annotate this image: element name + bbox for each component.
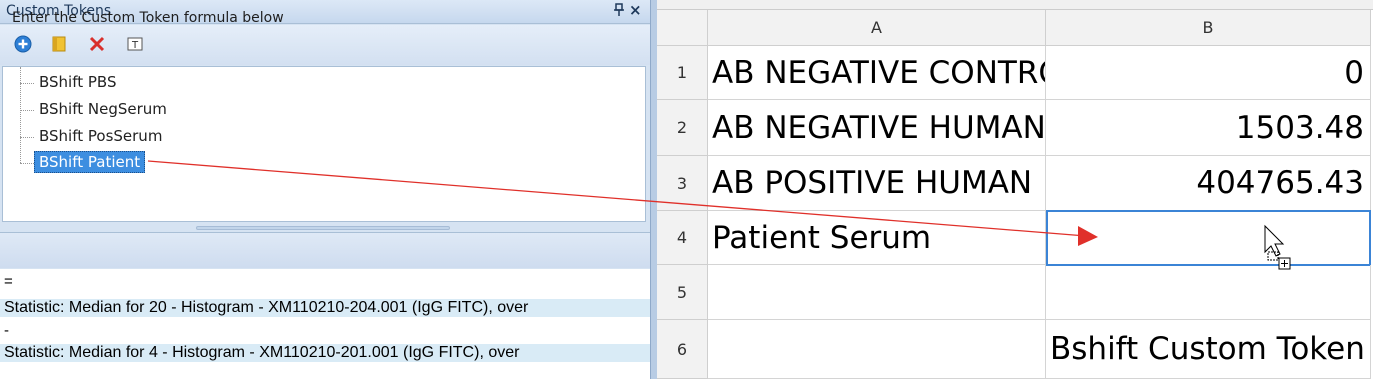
cell-a3[interactable]: AB POSITIVE HUMAN <box>708 156 1046 211</box>
cell-b2[interactable]: 1503.48 <box>1046 100 1371 156</box>
tree-item[interactable]: BShift PosSerum <box>35 126 166 146</box>
folder-icon[interactable] <box>48 33 70 55</box>
cell-b6[interactable]: Bshift Custom Token <box>1046 320 1371 379</box>
close-icon[interactable]: × <box>629 1 642 19</box>
formula-header-label: Enter the Custom Token formula below <box>12 10 284 26</box>
cell-a2[interactable]: AB NEGATIVE HUMAN <box>708 100 1046 156</box>
cell-b5[interactable] <box>1046 265 1371 320</box>
formula-editor[interactable]: = Statistic: Median for 20 - Histogram -… <box>0 269 650 379</box>
cell-a4[interactable]: Patient Serum <box>708 211 1046 265</box>
formula-line: Statistic: Median for 4 - Histogram - XM… <box>0 344 650 362</box>
pane-divider[interactable] <box>650 0 657 379</box>
delete-icon[interactable] <box>86 33 108 55</box>
tree-item[interactable]: BShift NegSerum <box>35 99 171 119</box>
splitter-grip[interactable] <box>196 226 450 230</box>
formula-line: Statistic: Median for 20 - Histogram - X… <box>0 299 650 317</box>
cell-b3[interactable]: 404765.43 <box>1046 156 1371 211</box>
cell-b1[interactable]: 0 <box>1046 46 1371 100</box>
row-header[interactable]: 1 <box>657 46 708 100</box>
cell-a6[interactable] <box>708 320 1046 379</box>
tree-item[interactable]: BShift PBS <box>35 72 120 92</box>
formula-header <box>0 232 650 268</box>
add-icon[interactable] <box>12 33 34 55</box>
column-header-a[interactable]: A <box>708 10 1046 46</box>
toolbar: T <box>0 25 650 65</box>
row-header[interactable]: 2 <box>657 100 708 156</box>
cell-a1[interactable]: AB NEGATIVE CONTROL <box>708 46 1046 100</box>
row-header[interactable]: 3 <box>657 156 708 211</box>
pin-icon[interactable] <box>614 3 624 20</box>
row-header[interactable]: 4 <box>657 211 708 265</box>
row-header[interactable]: 6 <box>657 320 708 379</box>
row-header[interactable]: 5 <box>657 265 708 320</box>
corner-header[interactable] <box>657 10 708 46</box>
formula-line: = <box>4 273 13 290</box>
grid-top-strip <box>657 0 1373 10</box>
formula-line: - <box>4 322 9 339</box>
cell-a5[interactable] <box>708 265 1046 320</box>
text-token-icon[interactable]: T <box>124 33 146 55</box>
tree-item-selected[interactable]: BShift Patient <box>34 151 146 173</box>
svg-text:T: T <box>131 40 139 51</box>
cell-b4-selected[interactable] <box>1046 210 1371 266</box>
token-tree: BShift PBS BShift NegSerum BShift PosSer… <box>2 66 646 222</box>
column-header-b[interactable]: B <box>1046 10 1371 46</box>
